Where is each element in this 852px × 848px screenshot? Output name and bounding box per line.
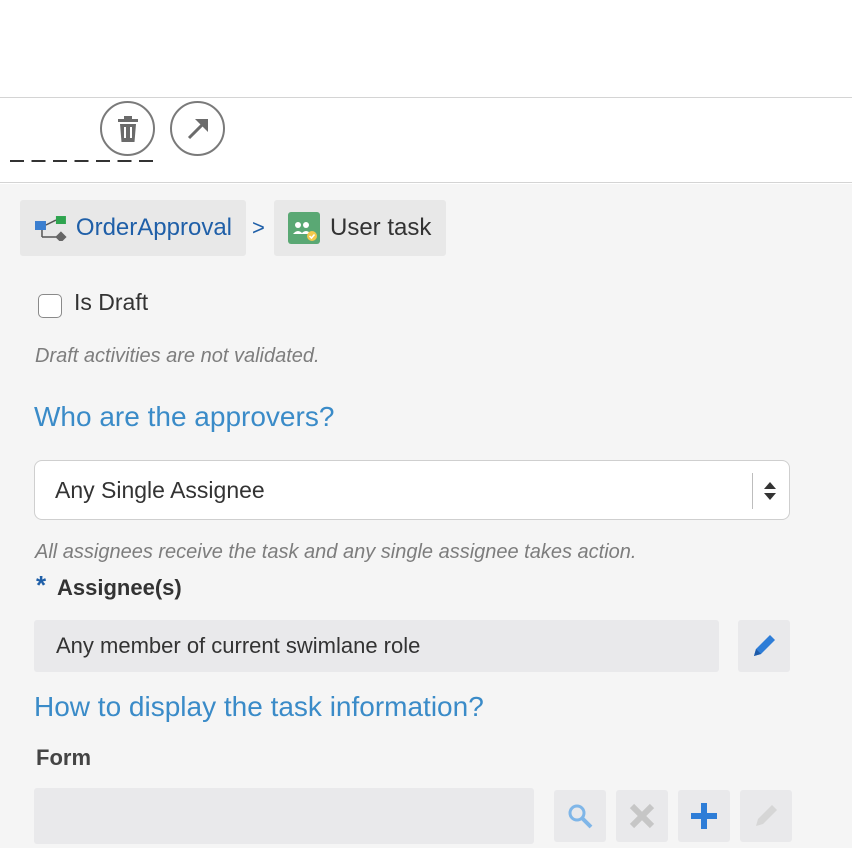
assignees-label: Assignee(s) — [57, 575, 182, 600]
search-form-button[interactable] — [554, 790, 606, 842]
required-mark: * — [36, 570, 47, 600]
assignees-field[interactable]: Any member of current swimlane role — [34, 620, 719, 672]
form-field[interactable] — [34, 788, 534, 844]
approvers-hint: All assignees receive the task and any s… — [35, 541, 637, 563]
breadcrumb-task[interactable]: User task — [274, 200, 446, 256]
plus-icon — [691, 803, 717, 829]
is-draft-label: Is Draft — [74, 289, 149, 315]
navigate-button[interactable] — [170, 101, 225, 156]
trash-icon — [117, 115, 138, 142]
approvers-select-value: Any Single Assignee — [55, 476, 265, 503]
edit-form-button[interactable] — [740, 790, 792, 842]
user-task-icon — [288, 212, 320, 244]
process-icon — [34, 216, 67, 241]
edit-assignees-button[interactable] — [738, 620, 790, 672]
dashed-underline — [10, 160, 160, 162]
pencil-icon — [756, 805, 777, 826]
delete-button[interactable] — [100, 101, 155, 156]
pencil-icon — [754, 635, 775, 656]
breadcrumb-task-label: User task — [330, 214, 432, 241]
assignees-value: Any member of current swimlane role — [56, 633, 421, 658]
approvers-select[interactable]: Any Single Assignee — [34, 460, 790, 520]
display-heading: How to display the task information? — [34, 691, 484, 722]
form-label: Form — [36, 745, 91, 770]
select-arrows-icon — [764, 482, 776, 500]
breadcrumb-process-label: OrderApproval — [75, 214, 232, 241]
approvers-heading: Who are the approvers? — [34, 401, 335, 432]
breadcrumb-process[interactable]: OrderApproval — [20, 200, 246, 256]
top-bar — [0, 0, 852, 98]
close-icon — [629, 803, 655, 829]
search-icon — [568, 804, 593, 829]
add-form-button[interactable] — [678, 790, 730, 842]
select-divider — [752, 473, 753, 509]
is-draft-checkbox[interactable] — [38, 294, 62, 318]
clear-form-button[interactable] — [616, 790, 668, 842]
arrow-up-right-icon — [187, 118, 208, 139]
draft-hint: Draft activities are not validated. — [35, 345, 320, 367]
breadcrumb-separator: > — [252, 215, 265, 240]
